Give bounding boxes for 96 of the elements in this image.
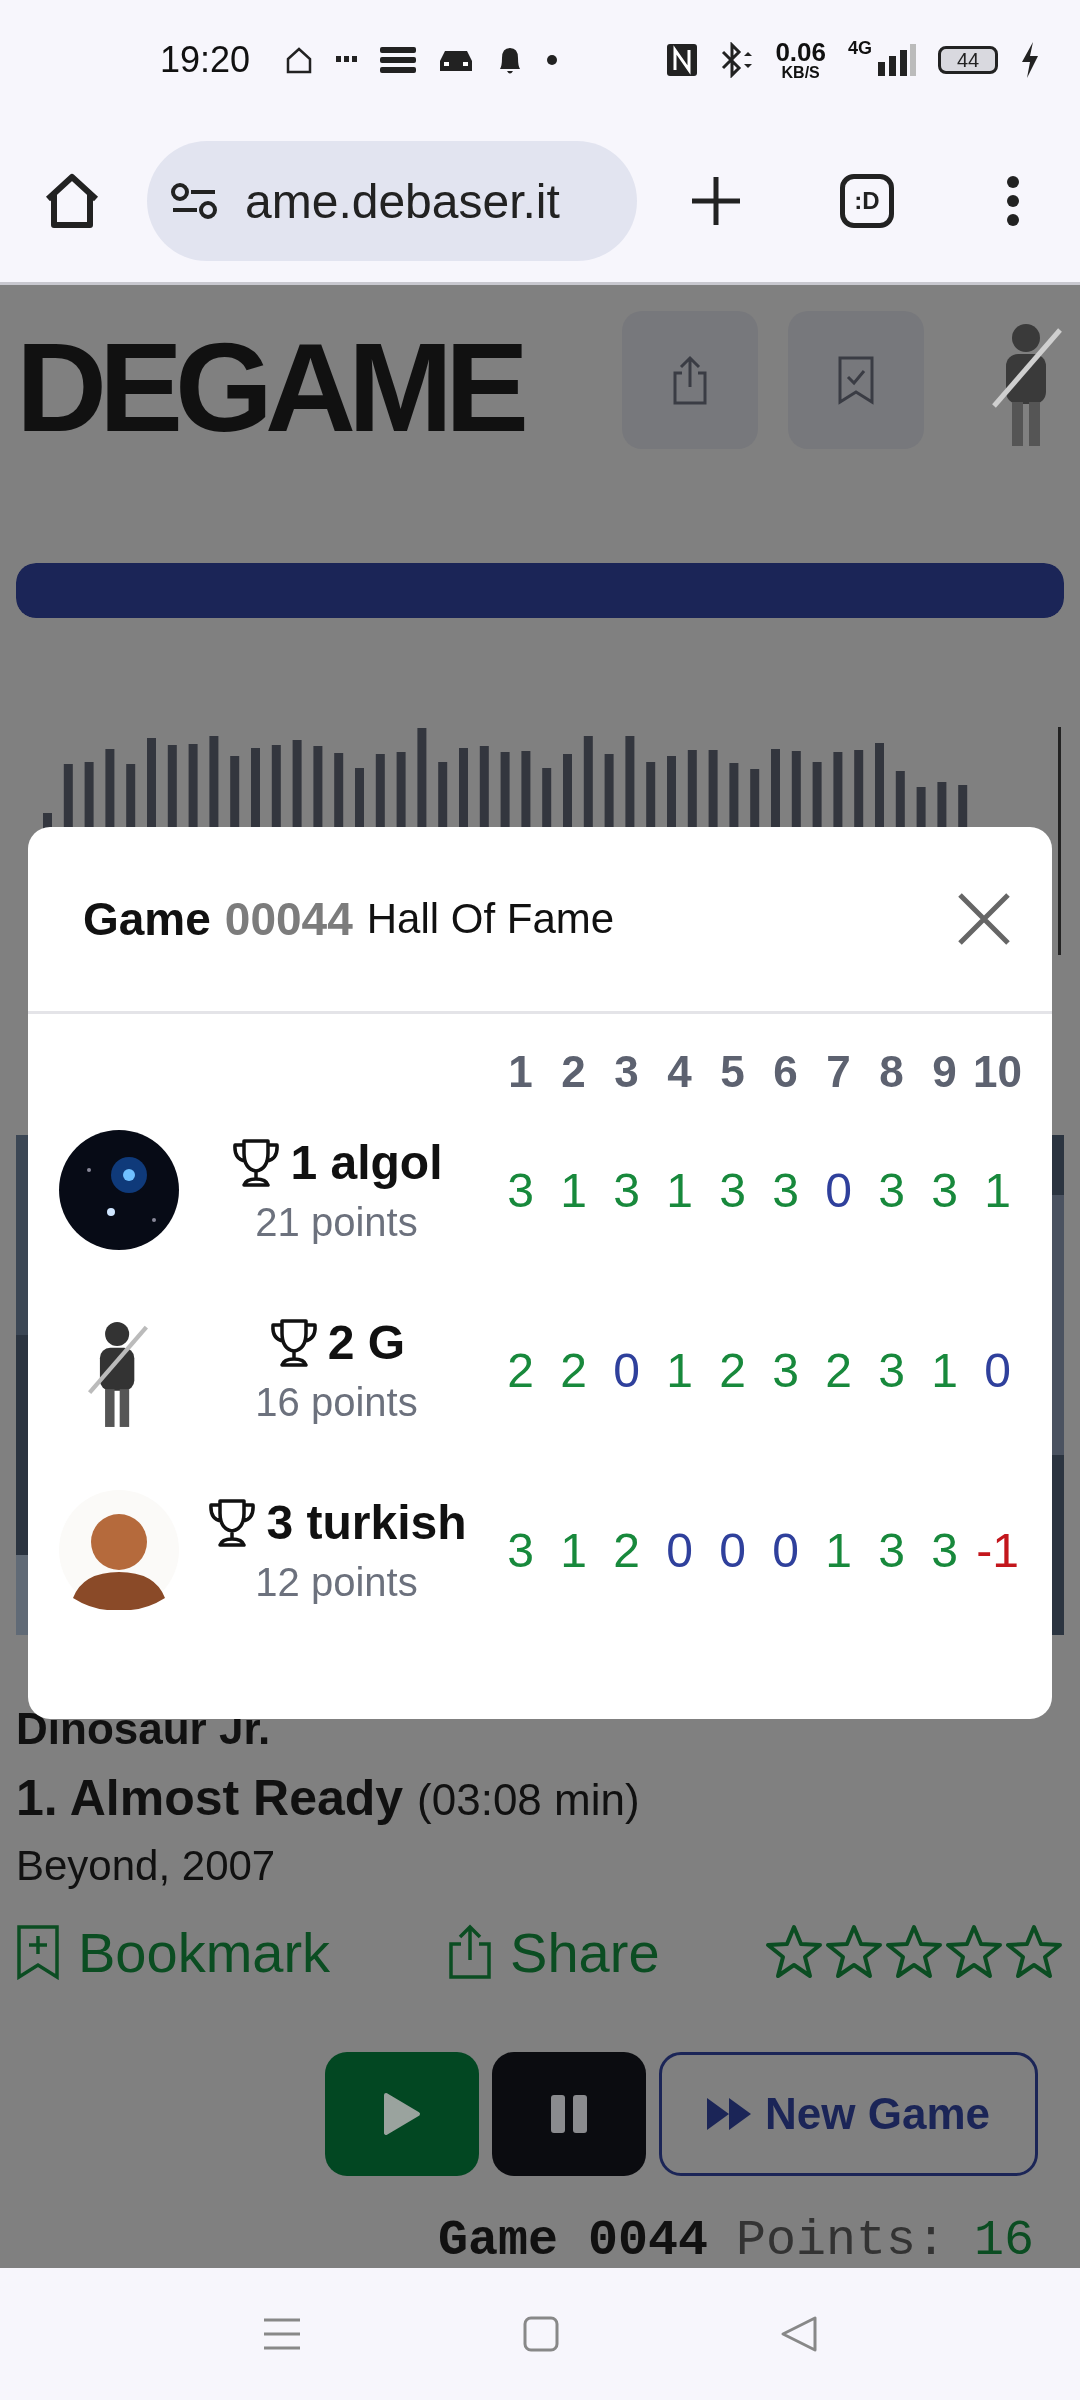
charging-icon [1020,42,1040,78]
score-value: 0 [983,1342,1012,1398]
battery-level: 44 [938,46,998,74]
dots-icon [336,56,359,64]
score-value: 3 [877,1162,906,1218]
pause-button[interactable] [492,2052,646,2176]
site-settings-icon[interactable] [171,183,217,219]
signal-icon [876,44,916,76]
url-text: ame.debaser.it [245,173,560,229]
dialog-subtitle: Hall Of Fame [366,895,615,943]
player-points: 12 points [255,1560,418,1605]
column-header: 2 [560,1046,587,1098]
score-value: 2 [506,1342,535,1398]
game-number: Game 0044 [437,2220,708,2262]
column-header: 8 [878,1046,905,1098]
bookmark-link[interactable]: Bookmark [16,1919,331,1985]
fast-forward-icon [707,2098,751,2130]
score-value: 1 [665,1342,694,1398]
list-icon [380,45,417,75]
star-icon [944,1923,1004,1981]
score-value: 3 [771,1162,800,1218]
score-value: 0 [824,1162,853,1218]
star-icon [1004,1923,1064,1981]
star-icon [824,1923,884,1981]
share-icon [448,1924,493,1980]
score-value: 2 [612,1522,641,1578]
column-header: 3 [613,1046,640,1098]
column-header: 9 [931,1046,958,1098]
player-name: 1 algol [290,1135,443,1190]
score-value: 2 [718,1342,747,1398]
clock-time: 19:20 [160,39,251,81]
points-value: 16 [974,2220,1034,2262]
score-value: 0 [771,1522,800,1578]
column-header: 6 [772,1046,799,1098]
share-link[interactable]: Share [448,1919,660,1985]
player-name: 2 G [327,1315,406,1370]
play-icon [382,2091,422,2137]
menu-icon[interactable] [1006,176,1020,226]
nfc-icon [667,44,698,76]
player-points: 16 points [255,1380,418,1425]
score-value: 1 [559,1162,588,1218]
column-header: 1 [507,1046,534,1098]
star-icon [884,1923,944,1981]
close-icon [956,891,1012,947]
score-value: 0 [612,1342,641,1398]
score-value: 0 [665,1522,694,1578]
score-value: 3 [506,1162,535,1218]
score-value: 2 [559,1342,588,1398]
score-value: -1 [975,1522,1020,1578]
game-number: 00044 [224,892,353,946]
column-header: 10 [972,1046,1023,1098]
column-header: 7 [825,1046,852,1098]
score-value: 3 [771,1342,800,1398]
home-icon[interactable] [44,173,100,229]
score-value: 3 [877,1522,906,1578]
close-button[interactable] [956,891,1012,947]
star-icon [764,1923,824,1981]
logo: DEGAME [16,325,522,451]
bookmark-plus-icon [16,1924,60,1980]
network-speed: 0.06 [775,39,826,65]
score-value: 1 [824,1522,853,1578]
score-value: 1 [665,1162,694,1218]
network-type: 4G [848,38,872,59]
score-value: 3 [612,1162,641,1218]
score-value: 1 [983,1162,1012,1218]
dialog-title: Game [83,892,211,946]
score-value: 3 [506,1522,535,1578]
track-duration: (03:08 min) [417,1775,640,1824]
score-value: 1 [559,1522,588,1578]
score-value: 3 [930,1162,959,1218]
bluetooth-icon [719,42,754,78]
home-square-icon[interactable] [522,2315,560,2353]
back-icon[interactable] [780,2315,818,2353]
dot-icon [546,54,559,66]
column-header: 5 [719,1046,746,1098]
pause-icon [549,2094,589,2134]
bookmark-check-icon [836,355,876,405]
new-tab-icon[interactable] [692,177,740,225]
tab-switcher-button[interactable]: :D [840,174,894,228]
star-rating[interactable] [764,1923,1064,1981]
speed-unit: KB/S [781,65,820,81]
score-value: 2 [824,1342,853,1398]
score-value: 3 [718,1162,747,1218]
points-label: Points: [735,2220,946,2262]
score-value: 0 [718,1522,747,1578]
play-button[interactable] [325,2052,479,2176]
score-value: 3 [930,1522,959,1578]
player-name: 3 turkish [266,1495,467,1550]
album-info: Beyond, 2007 [16,1842,277,1890]
address-bar[interactable]: ame.debaser.it [147,141,637,261]
new-game-button[interactable]: New Game [659,2052,1038,2176]
score-value: 3 [877,1342,906,1398]
track-title: 1. Almost Ready [16,1770,404,1826]
column-header: 4 [666,1046,693,1098]
score-value: 1 [930,1342,959,1398]
player-points: 21 points [255,1200,418,1245]
